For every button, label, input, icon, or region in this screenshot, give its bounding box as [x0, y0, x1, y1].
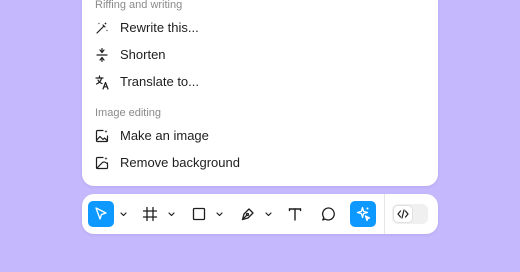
menu-item-shorten[interactable]: Shorten — [82, 42, 438, 68]
comment-tool-button[interactable] — [316, 201, 342, 227]
menu-item-label: Make an image — [120, 128, 209, 143]
menu-item-make-image[interactable]: Make an image — [82, 123, 438, 149]
frame-tool-dropdown[interactable] — [167, 208, 175, 220]
remove-background-icon — [94, 155, 110, 171]
ai-tool-button[interactable] — [350, 201, 376, 227]
shorten-icon — [94, 47, 110, 63]
comment-icon — [321, 206, 337, 222]
rectangle-icon — [191, 206, 207, 222]
chevron-down-icon — [119, 211, 127, 217]
chevron-down-icon — [215, 211, 223, 217]
menu-item-rewrite[interactable]: Rewrite this... — [82, 15, 438, 41]
menu-item-remove-background[interactable]: Remove background — [82, 150, 438, 176]
menu-item-translate[interactable]: Translate to... — [82, 69, 438, 95]
section-heading-image-editing: Image editing — [95, 107, 162, 119]
pen-tool-button[interactable] — [235, 201, 261, 227]
ai-actions-menu: Riffing and writing Rewrite this... Shor… — [82, 0, 438, 186]
pen-tool-dropdown[interactable] — [264, 208, 272, 220]
image-sparkle-icon — [94, 128, 110, 144]
cursor-icon — [93, 206, 109, 222]
menu-item-label: Remove background — [120, 155, 240, 170]
chevron-down-icon — [167, 211, 175, 217]
frame-tool-button[interactable] — [137, 201, 163, 227]
menu-item-label: Translate to... — [120, 74, 199, 89]
menu-item-label: Rewrite this... — [120, 20, 199, 35]
move-tool-button[interactable] — [88, 201, 114, 227]
text-tool-button[interactable] — [282, 201, 308, 227]
text-icon — [287, 206, 303, 222]
translate-icon — [94, 74, 110, 90]
menu-item-label: Shorten — [120, 47, 166, 62]
frame-icon — [142, 206, 158, 222]
dev-mode-toggle-knob — [394, 206, 412, 222]
pen-icon — [240, 206, 256, 222]
bottom-toolbar — [82, 194, 438, 234]
toolbar-divider — [384, 194, 385, 234]
section-heading-riffing: Riffing and writing — [95, 0, 183, 11]
dev-mode-toggle[interactable] — [392, 204, 428, 224]
shape-tool-button[interactable] — [186, 201, 212, 227]
code-icon — [397, 209, 409, 219]
magic-wand-icon — [94, 20, 110, 36]
move-tool-dropdown[interactable] — [119, 208, 127, 220]
shape-tool-dropdown[interactable] — [215, 208, 223, 220]
sparkle-cursor-icon — [355, 206, 371, 222]
chevron-down-icon — [264, 211, 272, 217]
